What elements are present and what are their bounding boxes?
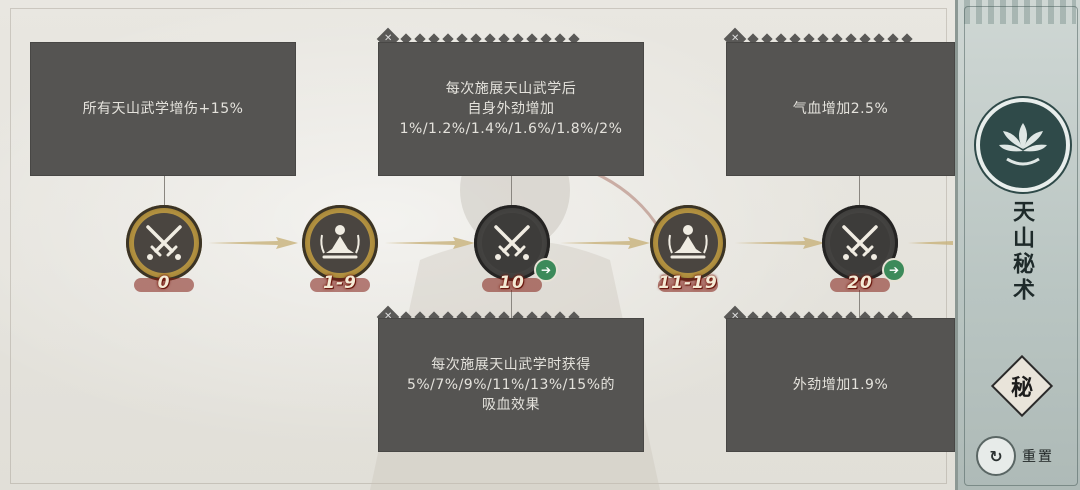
talent-card[interactable]: 每次施展天山武学后 自身外劲增加 1%/1.2%/1.4%/1.6%/1.8%/… <box>378 42 644 176</box>
talent-card-text: 外劲增加1.9% <box>792 377 889 393</box>
talent-card[interactable]: 每次施展天山武学时获得 5%/7%/9%/11%/13%/15%的 吸血效果 <box>378 318 644 452</box>
talent-card-text: 所有天山武学增伤+15% <box>82 101 244 117</box>
progress-arrow <box>735 237 825 249</box>
crossed-swords-icon <box>146 225 182 260</box>
talent-card[interactable]: 所有天山武学增伤+15% <box>30 42 296 176</box>
talent-card[interactable]: 外劲增加1.9% <box>726 318 955 452</box>
school-title: 天山秘术 <box>1009 200 1035 304</box>
node-level-label: 1-9 <box>323 273 357 293</box>
connector-line <box>511 175 512 205</box>
node-level-label: 11-19 <box>658 273 718 293</box>
meditation-icon <box>320 225 360 259</box>
reset-icon: ↻ <box>976 436 1016 476</box>
reset-label: 重置 <box>1022 449 1054 465</box>
node-level-label: 20 <box>847 273 873 293</box>
talent-card-text: 气血增加2.5% <box>792 101 889 117</box>
school-sidebar: 天山秘术 秘 ↻ 重置 <box>955 0 1080 490</box>
crossed-swords-icon <box>494 225 530 260</box>
progress-arrow <box>908 241 953 245</box>
node-level-label: 0 <box>157 273 171 293</box>
progress-arrow <box>208 237 298 249</box>
progress-arrow <box>560 237 650 249</box>
reset-button[interactable]: ↻ 重置 <box>976 436 1054 476</box>
crossed-swords-icon <box>842 225 878 260</box>
talent-node-0[interactable] <box>126 205 202 281</box>
progress-arrow <box>385 237 475 249</box>
connector-line <box>859 175 860 205</box>
node-level-label: 10 <box>499 273 525 293</box>
connector-line <box>164 175 165 205</box>
talent-card-text: 每次施展天山武学时获得 5%/7%/9%/11%/13%/15%的 吸血效果 <box>406 357 616 413</box>
talent-node-11-19[interactable] <box>650 205 726 281</box>
talent-card[interactable]: 气血增加2.5% <box>726 42 955 176</box>
talent-board: 所有天山武学增伤+15% ✕ 每次施展天山武学后 自身外劲增加 1%/1.2%/… <box>0 0 955 490</box>
talent-node-1-9[interactable] <box>302 205 378 281</box>
lotus-emblem-icon <box>976 98 1070 192</box>
talent-card-text: 每次施展天山武学后 自身外劲增加 1%/1.2%/1.4%/1.6%/1.8%/… <box>399 81 623 137</box>
meditation-icon <box>668 225 708 259</box>
